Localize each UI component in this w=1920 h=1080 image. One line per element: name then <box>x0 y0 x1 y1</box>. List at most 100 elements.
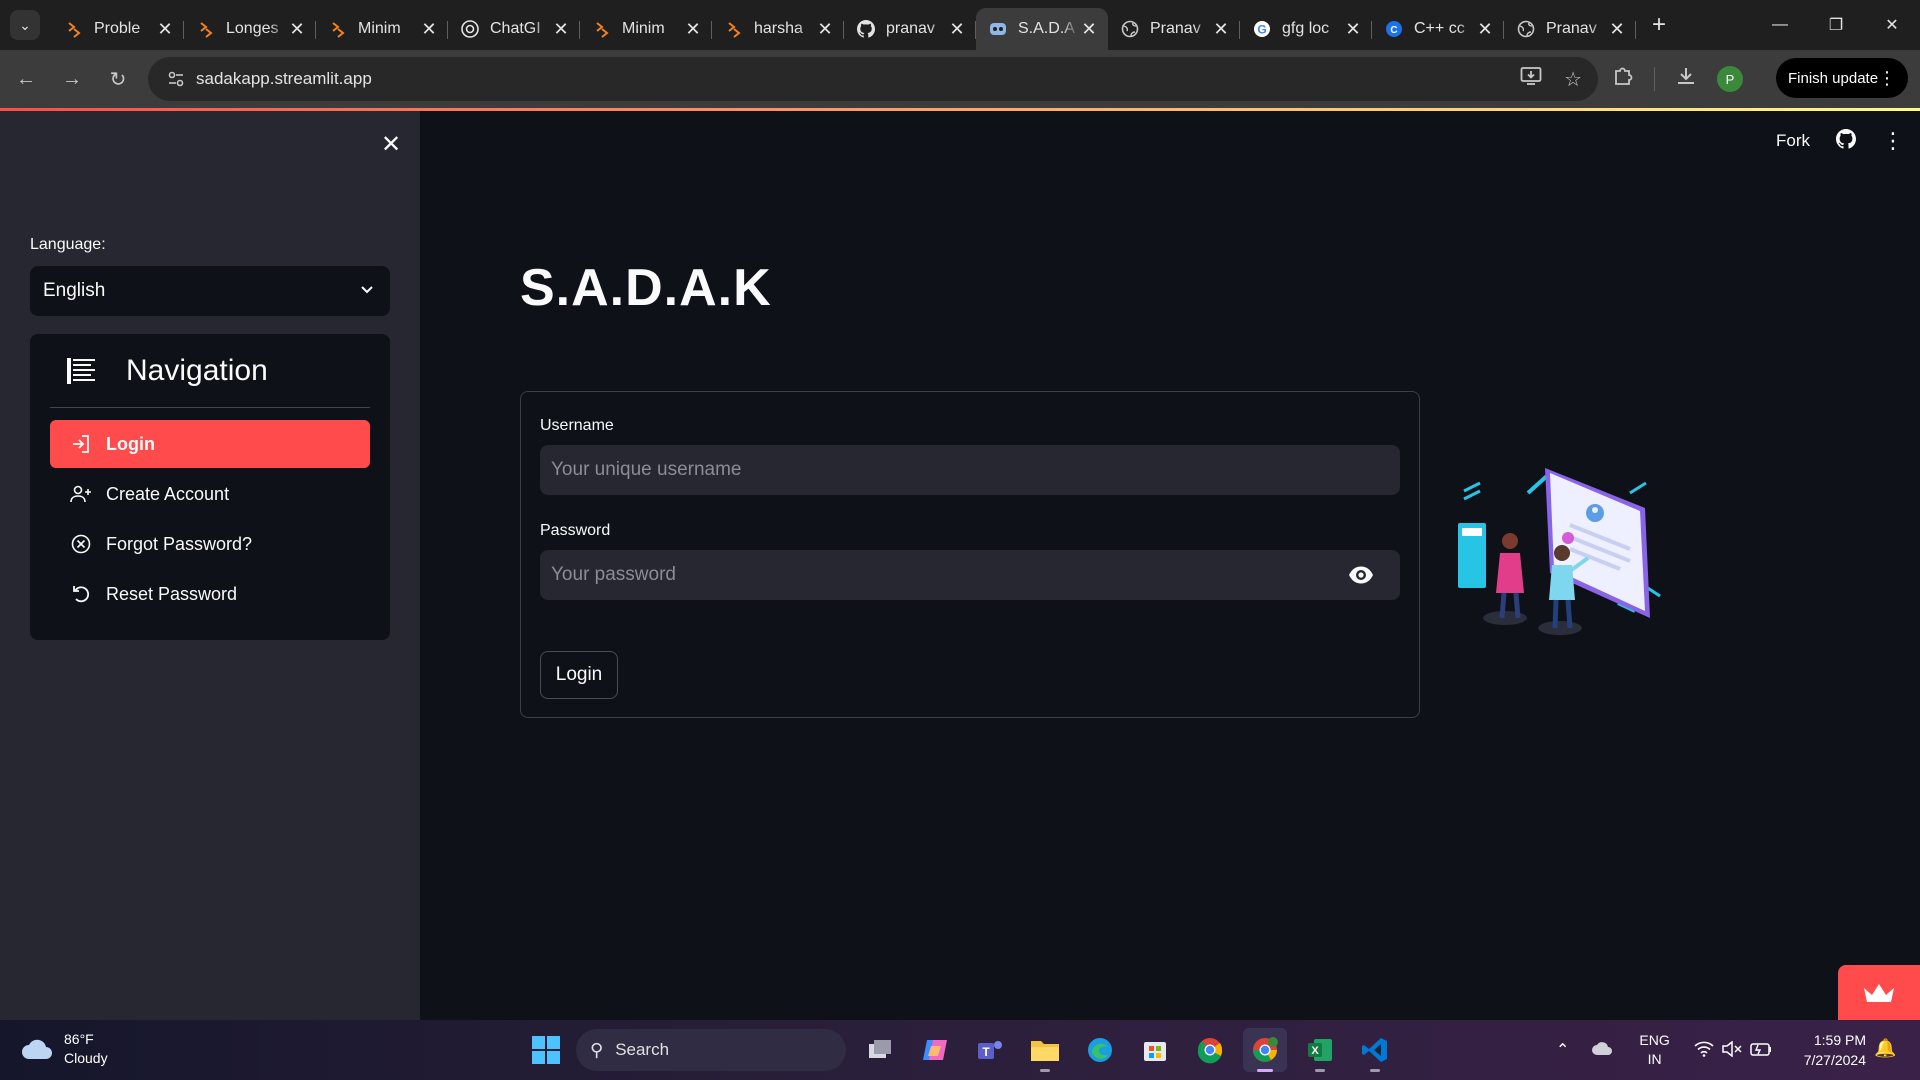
chevron-down-icon: ⌄ <box>19 16 31 33</box>
windows-taskbar: 86°F Cloudy ⚲ Search T X ⌃ ENG IN 1:59 P… <box>0 1020 1920 1080</box>
minimize-button[interactable]: — <box>1752 0 1808 50</box>
svg-text:G: G <box>1257 23 1266 37</box>
minimize-icon: — <box>1772 16 1788 33</box>
browser-tab[interactable]: Pranav ✕ <box>1504 8 1636 50</box>
forward-button[interactable]: → <box>52 59 92 99</box>
browser-tab[interactable]: C C++ cc ✕ <box>1372 8 1504 50</box>
close-tab-icon[interactable]: ✕ <box>816 19 834 40</box>
file-explorer-icon[interactable] <box>1023 1028 1067 1072</box>
close-tab-icon[interactable]: ✕ <box>420 19 438 40</box>
onedrive-icon[interactable] <box>1591 1041 1613 1060</box>
close-tab-icon[interactable]: ✕ <box>1212 19 1230 40</box>
close-tab-icon[interactable]: ✕ <box>1608 19 1626 40</box>
arrow-right-icon: → <box>62 67 82 90</box>
volume-muted-icon[interactable] <box>1722 1039 1742 1060</box>
streamlit-page: ✕ Language: English Navigation Login Crea… <box>0 108 1920 1020</box>
more-vert-icon[interactable]: ⋮ <box>1878 68 1896 89</box>
browser-tab[interactable]: harsha ✕ <box>712 8 844 50</box>
codeforces-icon <box>592 19 612 39</box>
close-tab-icon[interactable]: ✕ <box>288 19 306 40</box>
bookmark-star-icon[interactable]: ☆ <box>1564 67 1582 92</box>
close-sidebar-button[interactable]: ✕ <box>378 131 404 158</box>
input-language[interactable]: ENG IN <box>1639 1031 1669 1069</box>
browser-toolbar: ← → ↻ sadakapp.streamlit.app ☆ P Finish … <box>0 50 1920 108</box>
list-icon <box>62 357 102 385</box>
profile-avatar[interactable]: P <box>1717 66 1743 92</box>
browser-tab[interactable]: Pranav ✕ <box>1108 8 1240 50</box>
browser-tab[interactable]: Minim ✕ <box>316 8 448 50</box>
browser-tab[interactable]: Proble ✕ <box>52 8 184 50</box>
notification-bell-icon[interactable]: 🔔 <box>1874 1038 1896 1059</box>
taskbar-search[interactable]: ⚲ Search <box>576 1029 846 1071</box>
streamlit-badge[interactable] <box>1838 965 1920 1020</box>
github-icon[interactable] <box>1836 128 1856 154</box>
weather-temp: 86°F <box>64 1031 94 1047</box>
tab-separator <box>1635 21 1636 39</box>
site-settings-icon[interactable] <box>156 70 196 88</box>
browser-tab[interactable]: S.A.D.A ✕ <box>976 8 1108 50</box>
tab-search-button[interactable]: ⌄ <box>10 10 40 40</box>
clock[interactable]: 1:59 PM 7/27/2024 <box>1786 1030 1866 1070</box>
close-tab-icon[interactable]: ✕ <box>1080 19 1098 40</box>
svg-text:X: X <box>1311 1045 1319 1057</box>
chevron-up-icon[interactable]: ⌃ <box>1556 1040 1569 1060</box>
tab-title: Minim <box>358 20 401 37</box>
close-tab-icon[interactable]: ✕ <box>156 19 174 40</box>
browser-tab[interactable]: pranav ✕ <box>844 8 976 50</box>
tab-title: C++ cc <box>1414 20 1465 37</box>
browser-tab[interactable]: ChatGI ✕ <box>448 8 580 50</box>
restore-icon: ❐ <box>1828 17 1844 34</box>
nav-item-reset-password[interactable]: Reset Password <box>50 570 370 618</box>
chrome-profile-icon[interactable] <box>1243 1028 1287 1072</box>
close-tab-icon[interactable]: ✕ <box>948 19 966 40</box>
install-app-icon[interactable] <box>1520 66 1542 92</box>
close-tab-icon[interactable]: ✕ <box>552 19 570 40</box>
reload-button[interactable]: ↻ <box>98 59 138 99</box>
new-tab-button[interactable]: + <box>1644 10 1674 40</box>
nav-item-login[interactable]: Login <box>50 420 370 468</box>
weather-widget[interactable]: 86°F Cloudy <box>20 1030 108 1068</box>
cancel-circle-icon <box>70 533 92 555</box>
battery-icon[interactable] <box>1750 1041 1772 1060</box>
store-icon[interactable] <box>1133 1028 1177 1072</box>
vscode-icon[interactable] <box>1353 1028 1397 1072</box>
chrome-icon[interactable] <box>1188 1028 1232 1072</box>
browser-tab[interactable]: Minim ✕ <box>580 8 712 50</box>
close-tab-icon[interactable]: ✕ <box>1476 19 1494 40</box>
start-button[interactable] <box>524 1028 568 1072</box>
language-line-2: IN <box>1647 1051 1662 1067</box>
back-button[interactable]: ← <box>6 59 46 99</box>
login-button[interactable]: Login <box>540 651 618 699</box>
windows-icon <box>532 1036 560 1064</box>
password-input[interactable]: Your password <box>540 550 1400 600</box>
excel-icon[interactable]: X <box>1298 1028 1342 1072</box>
wifi-icon[interactable] <box>1694 1041 1714 1060</box>
nav-item-forgot-password[interactable]: Forgot Password? <box>50 520 370 568</box>
edge-icon[interactable] <box>1078 1028 1122 1072</box>
username-input[interactable]: Your unique username <box>540 445 1400 495</box>
restore-button[interactable]: ❐ <box>1808 0 1864 50</box>
language-select[interactable]: English <box>30 266 390 316</box>
browser-tab[interactable]: Longes ✕ <box>184 8 316 50</box>
address-bar[interactable]: sadakapp.streamlit.app ☆ <box>148 57 1598 101</box>
nav-item-label: Login <box>106 433 155 454</box>
task-view-icon[interactable] <box>858 1028 902 1072</box>
finish-update-button[interactable]: Finish update ⋮ <box>1776 58 1908 98</box>
tab-title: gfg loc <box>1282 20 1330 37</box>
extensions-icon[interactable] <box>1612 65 1634 93</box>
browser-tab[interactable]: Ggfg loc ✕ <box>1240 8 1372 50</box>
show-password-icon[interactable] <box>1348 565 1374 585</box>
toolbar-separator <box>1654 67 1655 91</box>
close-window-button[interactable]: ✕ <box>1864 0 1920 50</box>
download-icon[interactable] <box>1675 65 1697 93</box>
tab-list: Proble ✕ Longes ✕ Minim ✕ ChatGI ✕ Minim ✕ harsha ✕… <box>52 0 1636 50</box>
copilot-icon[interactable] <box>913 1028 957 1072</box>
globe-icon <box>1516 19 1536 39</box>
teams-icon[interactable]: T <box>968 1028 1012 1072</box>
close-tab-icon[interactable]: ✕ <box>1344 19 1362 40</box>
fork-link[interactable]: Fork <box>1776 131 1810 151</box>
nav-item-create-account[interactable]: Create Account <box>50 470 370 518</box>
main-menu-icon[interactable]: ⋮ <box>1882 128 1904 154</box>
close-tab-icon[interactable]: ✕ <box>684 19 702 40</box>
sidebar: ✕ Language: English Navigation Login Crea… <box>0 111 420 1020</box>
